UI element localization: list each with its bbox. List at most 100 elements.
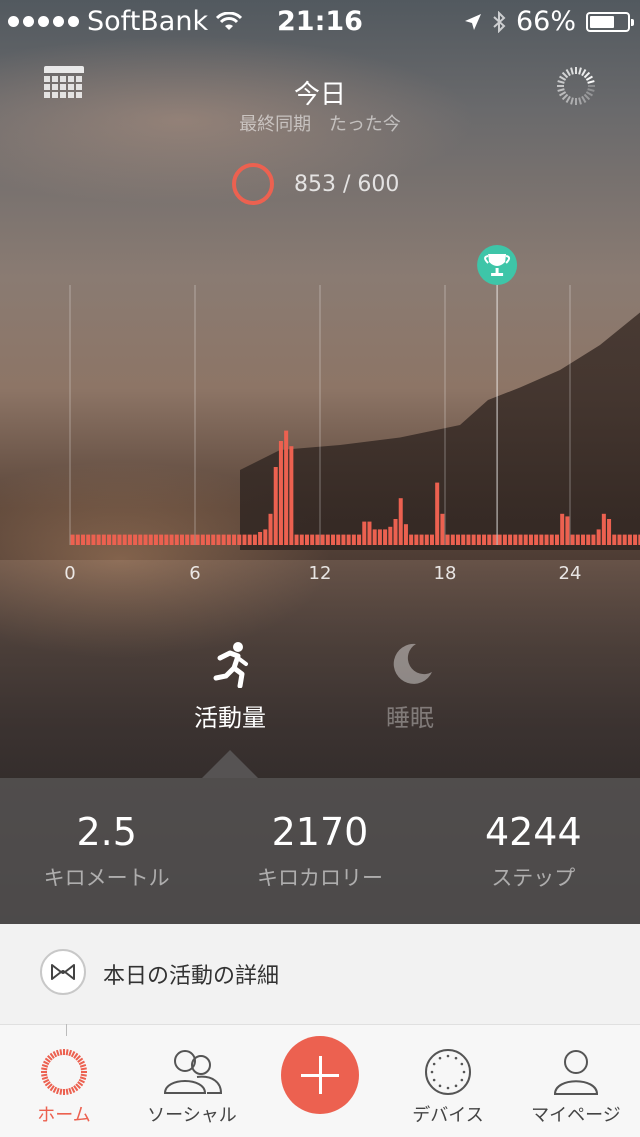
chart-bar [409,534,414,545]
chart-bar [398,498,403,545]
home-ring-tick [49,1085,55,1092]
x-tick-label: 0 [64,563,75,584]
home-ring-tick [41,1067,48,1071]
device-dot [430,1070,434,1074]
home-ring-tick [79,1076,87,1081]
tab-home[interactable]: ホーム [0,1025,128,1137]
chart-bar [591,534,596,545]
spinner-tick [557,80,565,84]
chart-bar [502,534,507,545]
chart-bar [127,534,132,545]
home-ring-tick [44,1081,51,1087]
chart-bar [476,534,481,545]
stat-calories-unit: キロカロリー [256,866,383,890]
mode-activity-tab[interactable]: 活動量 [150,640,310,733]
chart-bar [456,534,461,545]
tab-mypage[interactable]: マイページ [512,1025,640,1137]
bowtie-icon [40,949,86,995]
tab-mypage-label: マイページ [531,1105,621,1126]
tab-indicator [66,1024,67,1036]
chart-bar [570,534,575,545]
add-button[interactable] [281,1036,359,1114]
home-ring-tick [68,1087,73,1095]
chart-bar [179,534,184,545]
mode-sleep-tab[interactable]: 睡眠 [330,640,490,733]
home-ring-tick [78,1078,85,1084]
chart-bar [539,534,544,545]
goal-summary[interactable]: 853 / 600 [232,163,399,205]
chart-bar [554,534,559,545]
chart-bar [190,534,195,545]
trophy-icon[interactable] [477,245,518,285]
location-arrow-icon [464,13,481,30]
stat-steps-value: 4244 [484,810,582,854]
chart-bar [325,534,330,545]
tab-social[interactable]: ソーシャル [128,1025,256,1137]
chart-bar [159,534,164,545]
home-ring-tick [73,1052,79,1059]
chart-bar [336,534,341,545]
spinner-tick [565,95,571,103]
chart-bar [232,534,237,545]
person-icon [553,1050,599,1095]
chart-bar [450,534,455,545]
home-ring-tick [75,1083,81,1089]
spinner-tick [583,71,591,79]
device-dot [432,1078,436,1082]
device-dot [454,1056,458,1060]
mode-activity-label: 活動量 [194,704,266,732]
chart-bar [263,529,268,545]
chart-bar [419,534,424,545]
chart-bar [164,534,169,545]
device-dot [462,1070,466,1074]
chart-bar [461,534,466,545]
home-ring-tick [49,1052,55,1059]
chart-bar [289,446,294,545]
chart-bar [346,534,351,545]
calendar-icon-top [44,66,84,73]
goal-ring-icon [232,163,274,205]
chart-bar [310,534,315,545]
chart-bar [362,521,367,545]
chart-bar [81,534,86,545]
home-ring-tick [73,1085,79,1092]
chart-bar [445,534,450,545]
chart-bar [70,534,75,545]
stat-distance-value: 2.5 [76,810,137,854]
chart-bar [367,521,372,545]
chart-bar [206,534,211,545]
goal-text: 853 / 600 [294,171,400,197]
activity-detail-row[interactable]: 本日の活動の詳細 [0,924,640,1024]
spinner-tick [583,93,591,101]
device-icon [425,1049,471,1095]
activity-chart[interactable]: 0 6 12 18 24 [0,240,640,590]
home-ring-tick [47,1055,53,1061]
home-ring-tick [70,1086,76,1093]
home-ring-tick [77,1057,84,1063]
chart-bar [341,534,346,545]
device-dot [438,1084,442,1088]
chart-bar [518,534,523,545]
spinner-tick [585,91,593,97]
chart-bar [138,534,143,545]
stat-calories-value: 2170 [271,810,369,854]
chart-bar [633,534,638,545]
chart-bar [372,529,377,545]
sync-spinner-icon[interactable] [556,66,596,106]
chart-bar [242,534,247,545]
chart-bar [101,534,106,545]
chart-bar [601,513,606,545]
home-ring-icon [41,1049,87,1095]
tab-device[interactable]: デバイス [384,1025,512,1137]
people-icon [163,1050,223,1094]
chart-bar [513,534,518,545]
home-ring-tick [77,1081,84,1087]
chart-bar [117,534,122,545]
chart-bar [435,482,440,545]
bluetooth-icon [493,10,506,33]
chart-bar [596,529,601,545]
chart-bar [471,534,476,545]
chart-bar [299,534,304,545]
chart-bar [440,513,445,545]
chart-bar [273,467,278,545]
